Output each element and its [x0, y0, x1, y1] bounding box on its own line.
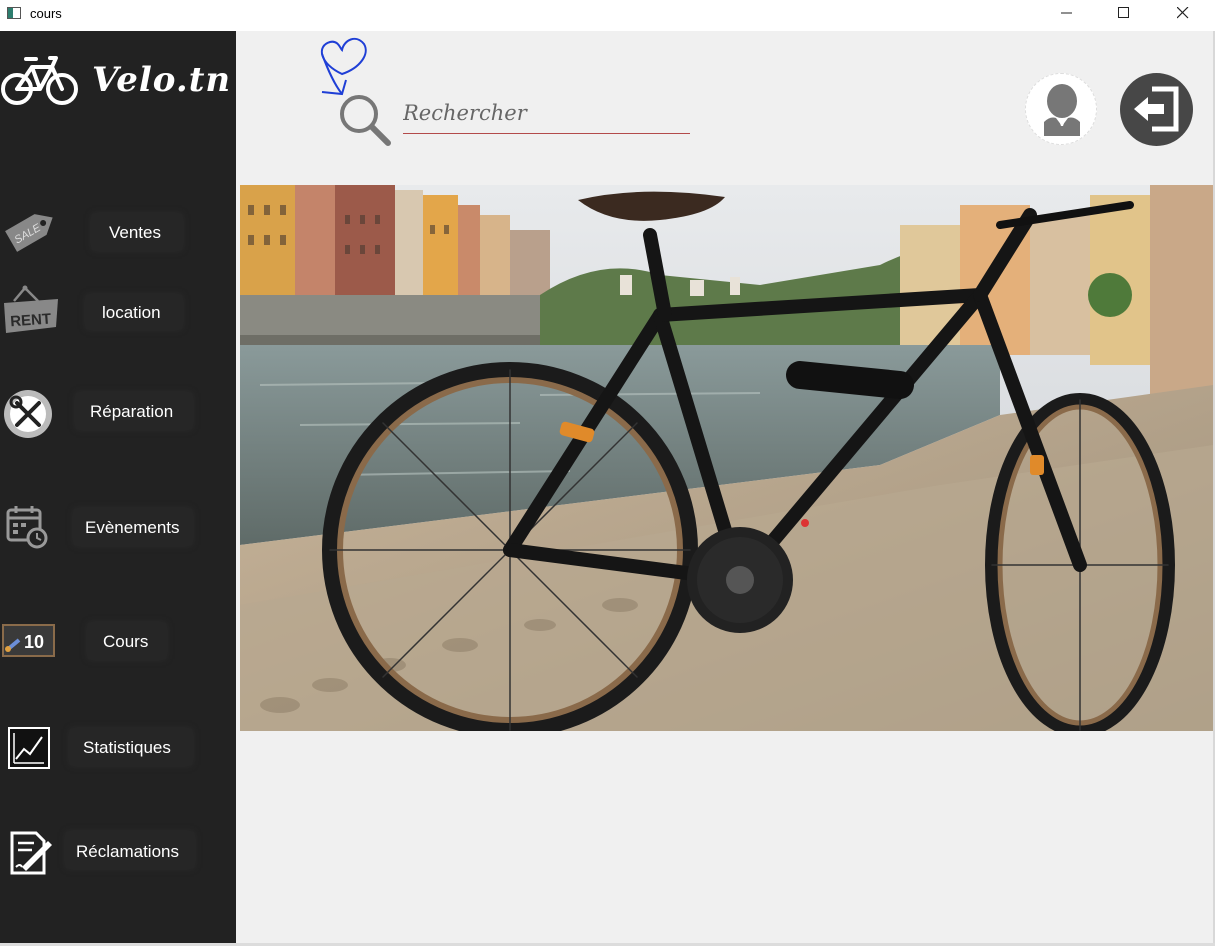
annotation-heart-arrow-icon	[320, 37, 367, 96]
minimize-icon	[1061, 12, 1072, 14]
sale-tag-icon: SALE	[5, 214, 53, 252]
sidebar-item-label: location	[102, 303, 161, 322]
sidebar-item-reparation[interactable]: Réparation	[0, 381, 236, 441]
minimize-button[interactable]	[1038, 0, 1096, 26]
brand-name: Velo.tn	[92, 60, 232, 100]
search-input[interactable]	[403, 93, 690, 134]
sidebar-item-cours[interactable]: 10 Cours	[0, 611, 236, 671]
sidebar-item-location[interactable]: RENT location	[0, 281, 236, 341]
search-icon[interactable]	[337, 92, 393, 148]
close-icon	[1177, 7, 1189, 19]
logout-button[interactable]	[1120, 73, 1193, 146]
svg-text:RENT: RENT	[10, 311, 52, 331]
sidebar-item-ventes[interactable]: SALE Ventes	[0, 201, 236, 261]
user-avatar-icon	[1044, 84, 1080, 136]
window-titlebar: cours	[0, 0, 1215, 31]
close-button[interactable]	[1154, 0, 1212, 26]
sidebar-item-label: Réparation	[90, 402, 174, 421]
hero-bike-image	[240, 185, 1213, 731]
sidebar: Velo.tn SALE Ventes RENT location Répara…	[0, 31, 236, 943]
sidebar-item-label: Ventes	[109, 223, 161, 242]
sidebar-item-label: Cours	[103, 632, 149, 651]
maximize-icon	[1118, 7, 1129, 18]
line-chart-icon	[8, 727, 50, 769]
calendar-clock-icon	[6, 506, 48, 549]
svg-text:10: 10	[24, 632, 44, 652]
wrench-screwdriver-icon	[4, 390, 52, 438]
sidebar-item-reclamations[interactable]: Réclamations	[0, 821, 236, 881]
sidebar-item-label: Statistiques	[83, 738, 171, 757]
document-pen-icon	[10, 831, 52, 875]
rent-sign-icon: RENT	[4, 285, 58, 333]
window-title: cours	[30, 6, 62, 21]
maximize-button[interactable]	[1095, 0, 1153, 26]
sidebar-item-label: Réclamations	[76, 842, 179, 861]
app-icon	[7, 7, 21, 19]
user-avatar-button[interactable]	[1025, 73, 1097, 145]
sidebar-item-statistiques[interactable]: Statistiques	[0, 717, 236, 777]
sidebar-item-evenements[interactable]: Evènements	[0, 497, 236, 557]
logout-icon	[1134, 86, 1179, 132]
bicycle-icon	[1, 56, 78, 105]
sidebar-item-label: Evènements	[85, 518, 180, 537]
chalkboard-icon: 10	[2, 624, 55, 657]
